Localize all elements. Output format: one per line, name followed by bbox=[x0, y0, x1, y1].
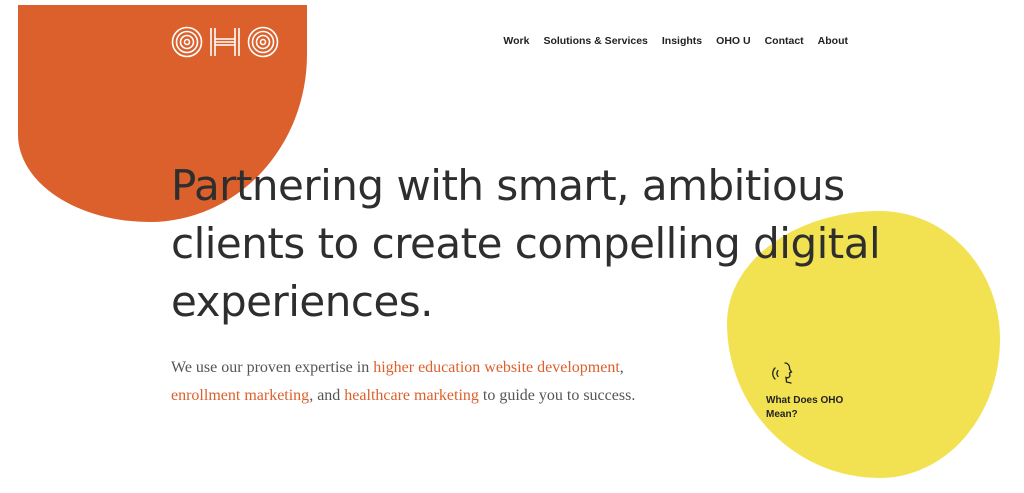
intro-text-1: We use our proven expertise in bbox=[171, 359, 374, 376]
hero-headline: Partnering with smart, ambitious clients… bbox=[171, 161, 881, 326]
link-healthcare-marketing[interactable]: healthcare marketing bbox=[344, 387, 479, 404]
speaking-head-icon bbox=[772, 362, 793, 384]
main-navigation: Work Solutions & Services Insights OHO U… bbox=[503, 35, 848, 47]
hero-intro: We use our proven expertise in higher ed… bbox=[171, 354, 691, 410]
nav-oho-u[interactable]: OHO U bbox=[716, 35, 750, 47]
intro-text-4: to guide you to success. bbox=[478, 387, 636, 404]
oho-logo-icon bbox=[171, 26, 279, 58]
intro-text-3: , and bbox=[309, 387, 345, 404]
oho-logo[interactable] bbox=[171, 26, 279, 58]
intro-text-2: , bbox=[619, 359, 624, 376]
nav-insights[interactable]: Insights bbox=[662, 35, 702, 47]
what-does-oho-mean-button[interactable]: What Does OHO Mean? bbox=[766, 358, 866, 422]
nav-contact[interactable]: Contact bbox=[765, 35, 804, 47]
link-enrollment-marketing[interactable]: enrollment marketing bbox=[171, 387, 309, 404]
nav-solutions-services[interactable]: Solutions & Services bbox=[543, 35, 647, 47]
nav-work[interactable]: Work bbox=[503, 35, 529, 47]
link-higher-education-website-development[interactable]: higher education website development bbox=[373, 359, 620, 376]
nav-about[interactable]: About bbox=[818, 35, 848, 47]
what-does-oho-mean-label: What Does OHO Mean? bbox=[766, 395, 844, 420]
